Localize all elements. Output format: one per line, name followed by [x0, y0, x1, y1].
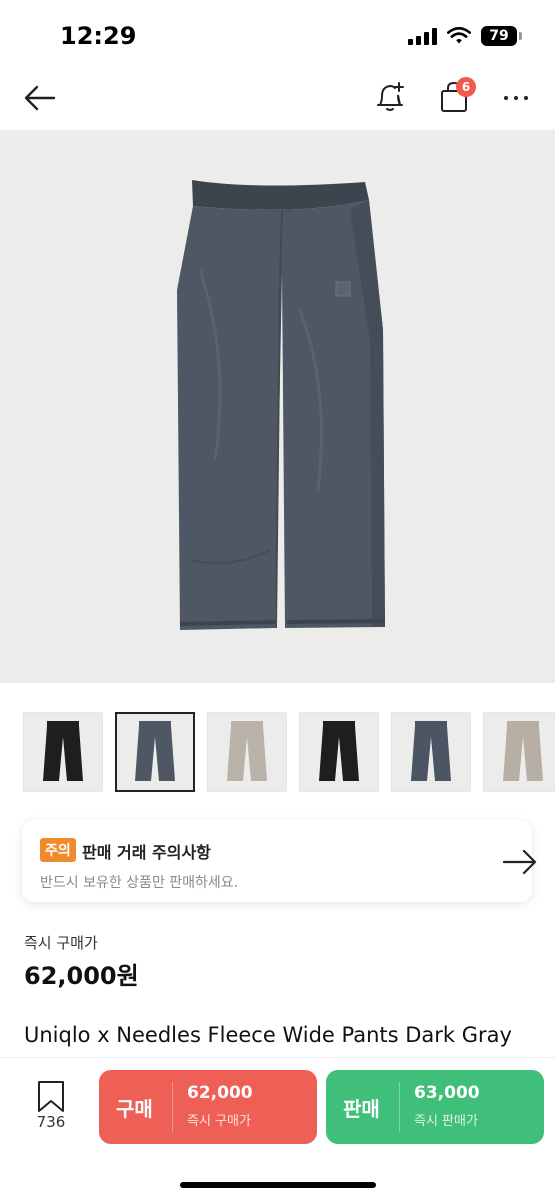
product-title: Uniqlo x Needles Fleece Wide Pants Dark … [24, 1023, 512, 1047]
sell-price: 63,000 [414, 1083, 480, 1103]
pants-thumbnail-icon [503, 721, 543, 781]
buy-label: 구매 [116, 1097, 153, 1121]
product-thumbnail[interactable] [23, 712, 103, 792]
pants-thumbnail-icon [411, 721, 451, 781]
buy-price: 62,000 [187, 1083, 253, 1103]
bell-plus-icon [377, 82, 404, 111]
bottom-action-bar: 736 구매 62,000 즉시 구매가 판매 63,000 즉시 판매가 [0, 1057, 555, 1200]
pants-thumbnail-icon [135, 721, 175, 781]
arrow-right-icon [502, 849, 537, 875]
pants-thumbnail-icon [319, 721, 359, 781]
home-indicator [180, 1182, 376, 1188]
notice-title: 판매 거래 주의사항 [82, 843, 211, 862]
buy-sub-label: 즉시 구매가 [187, 1114, 251, 1129]
status-bar: 12:29 79 [0, 0, 555, 70]
sell-button[interactable]: 판매 63,000 즉시 판매가 [326, 1070, 544, 1144]
cellular-signal-icon [408, 27, 437, 45]
status-time: 12:29 [60, 22, 137, 50]
more-dots-icon [504, 96, 508, 100]
battery-level: 79 [489, 28, 509, 44]
sell-notice-card[interactable]: 주의 판매 거래 주의사항 반드시 보유한 상품만 판매하세요. [22, 820, 537, 902]
instant-buy-label: 즉시 구매가 [24, 934, 98, 952]
thumbnail-strip [23, 712, 555, 792]
more-options-button[interactable] [498, 86, 534, 110]
cart-button[interactable]: 6 [436, 77, 476, 115]
buy-button[interactable]: 구매 62,000 즉시 구매가 [99, 1070, 317, 1144]
product-thumbnail[interactable] [483, 712, 555, 792]
instant-buy-price: 62,000원 [24, 962, 139, 990]
product-image[interactable] [0, 130, 555, 683]
pants-thumbnail-icon [227, 721, 267, 781]
bookmark-count: 736 [36, 1113, 66, 1131]
status-icons: 79 [408, 26, 522, 46]
notice-badge: 주의 [40, 838, 76, 862]
nav-bar: 6 [0, 70, 555, 128]
product-thumbnail[interactable] [391, 712, 471, 792]
battery-icon: 79 [481, 26, 522, 46]
notice-description: 반드시 보유한 상품만 판매하세요. [40, 875, 239, 891]
arrow-left-icon [24, 85, 56, 111]
product-thumbnail[interactable] [207, 712, 287, 792]
cart-count-badge: 6 [456, 77, 476, 97]
back-button[interactable] [22, 80, 58, 116]
notification-add-button[interactable] [372, 79, 408, 115]
sell-sub-label: 즉시 판매가 [414, 1114, 478, 1129]
pants-thumbnail-icon [43, 721, 83, 781]
wifi-icon [447, 27, 471, 44]
sell-label: 판매 [343, 1097, 380, 1121]
product-thumbnail[interactable] [115, 712, 195, 792]
bookmark-icon [38, 1081, 64, 1112]
product-title-area: Uniqlo x Needles Fleece Wide Pants Dark … [0, 1022, 555, 1057]
pants-image [177, 180, 386, 630]
product-thumbnail[interactable] [299, 712, 379, 792]
